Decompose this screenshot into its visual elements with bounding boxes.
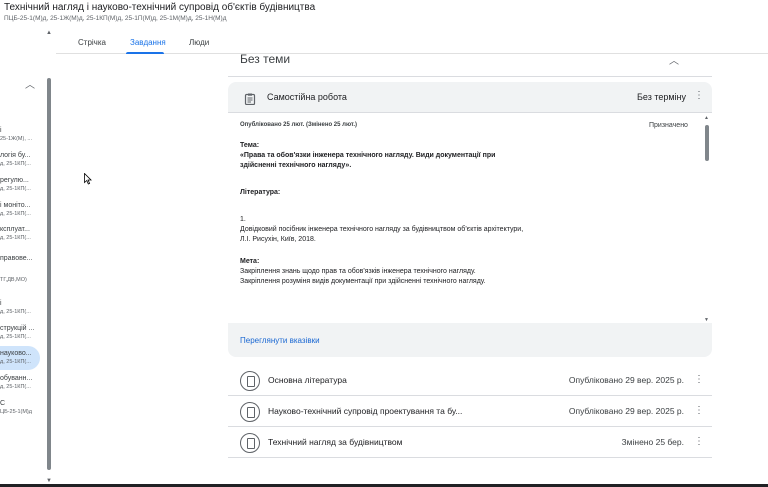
course-title: Технічний нагляд і науково-технічний суп… (4, 2, 316, 13)
goal-label: Мета: (240, 258, 260, 265)
topic-title: Без теми (240, 52, 291, 66)
assignment-due: Без терміну (637, 92, 687, 102)
assignment-card: Самостійна робота Без терміну ⋮ Опубліко… (228, 82, 712, 357)
active-tab-indicator (126, 52, 164, 54)
tab-stream[interactable]: Стрічка (78, 38, 106, 47)
material-date: Опубліковано 29 вер. 2025 р. (568, 406, 684, 416)
posted-date: Опубліковано 25 лют. (Змінено 25 лют.) (240, 122, 358, 128)
tab-classwork[interactable]: Завдання (130, 38, 166, 47)
view-instructions-link[interactable]: Переглянути вказівки (240, 336, 320, 345)
assignment-details: Опубліковано 25 лют. (Змінено 25 лют.) П… (228, 113, 712, 323)
sidebar-scrollbar[interactable] (47, 78, 51, 470)
sidebar-course-item[interactable]: ТГ,ДВ,МО) (0, 276, 40, 284)
sidebar-course-item[interactable]: правове... (0, 254, 40, 263)
literature-label: Література: (240, 189, 281, 196)
collapse-topic-icon[interactable]: ︿ (669, 52, 679, 67)
mouse-cursor-icon (84, 172, 92, 190)
sidebar-course-item[interactable]: С ЦБ-25-1(М)д (0, 399, 40, 416)
sidebar-course-item[interactable]: регулю... д, 25-1КП(... (0, 176, 40, 193)
material-icon (240, 433, 260, 453)
content-scrollbar[interactable] (705, 125, 709, 161)
material-row[interactable]: Технічний нагляд за будівництвом Змінено… (228, 428, 712, 458)
material-row[interactable]: Основна література Опубліковано 29 вер. … (228, 366, 712, 396)
material-title: Основна література (268, 375, 347, 385)
assignment-status: Призначено (649, 122, 688, 129)
more-options-icon[interactable]: ⋮ (694, 90, 704, 101)
sidebar-course-item[interactable]: ксплуат... д, 25-1КП(... (0, 225, 40, 242)
more-options-icon[interactable]: ⋮ (694, 405, 704, 416)
sidebar-course-item[interactable]: обуванн... д, 25-1КП(... (0, 374, 40, 391)
material-date: Опубліковано 29 вер. 2025 р. (568, 375, 684, 385)
topic-text: «Права та обов'язки інженера технічного … (240, 152, 496, 169)
assignment-description: Тема: «Права та обов'язки інженера техні… (240, 141, 530, 287)
scroll-up-icon[interactable]: ▲ (46, 30, 52, 36)
course-groups: ПЦБ-25-1(М)д, 25-1Ж(М)д, 25-1КП(М)д, 25-… (4, 15, 227, 22)
scroll-down-icon[interactable]: ▼ (704, 317, 709, 323)
sidebar-course-item[interactable]: логія бу... д, 25-1КП(... (0, 151, 40, 168)
goal-line-1: Закріплення знань щодо прав та обов'язкі… (240, 268, 476, 275)
course-header: Технічний нагляд і науково-технічний суп… (0, 0, 768, 30)
topic-divider (228, 76, 712, 77)
sidebar-course-item-active[interactable]: науково... д, 25-1КП(... (0, 346, 40, 370)
more-options-icon[interactable]: ⋮ (694, 436, 704, 447)
material-title: Технічний нагляд за будівництвом (268, 437, 403, 447)
assignment-title[interactable]: Самостійна робота (267, 92, 347, 102)
literature-text: Довідковий посібник інженера технічного … (240, 226, 524, 243)
chevron-up-icon[interactable]: ︿ (25, 76, 35, 91)
goal-line-2: Закріплення розуміня видів документації … (240, 278, 486, 285)
material-icon (240, 371, 260, 391)
material-row[interactable]: Науково-технічний супровід проектування … (228, 397, 712, 427)
sidebar-course-item[interactable]: струкцій ... д, 25-1КП(... (0, 324, 40, 341)
sidebar: ▲ ︿ ▼ і 25-1Ж(М), ... логія бу... д, 25-… (0, 30, 56, 487)
literature-number: 1. (240, 216, 246, 223)
assignment-icon (244, 92, 256, 110)
material-icon (240, 402, 260, 422)
tab-people[interactable]: Люди (189, 38, 209, 47)
material-title: Науково-технічний супровід проектування … (268, 406, 463, 416)
more-options-icon[interactable]: ⋮ (694, 374, 704, 385)
scroll-up-icon[interactable]: ▲ (704, 115, 709, 121)
course-tabs: Стрічка Завдання Люди (56, 30, 768, 54)
topic-label: Тема: (240, 142, 260, 149)
sidebar-course-item[interactable]: і д, 25-1КП(... (0, 299, 40, 316)
sidebar-course-item[interactable]: і 25-1Ж(М), ... (0, 126, 40, 143)
sidebar-course-item[interactable]: і моніто... д, 25-1КП(... (0, 201, 40, 218)
material-date: Змінено 25 бер. (621, 437, 684, 447)
